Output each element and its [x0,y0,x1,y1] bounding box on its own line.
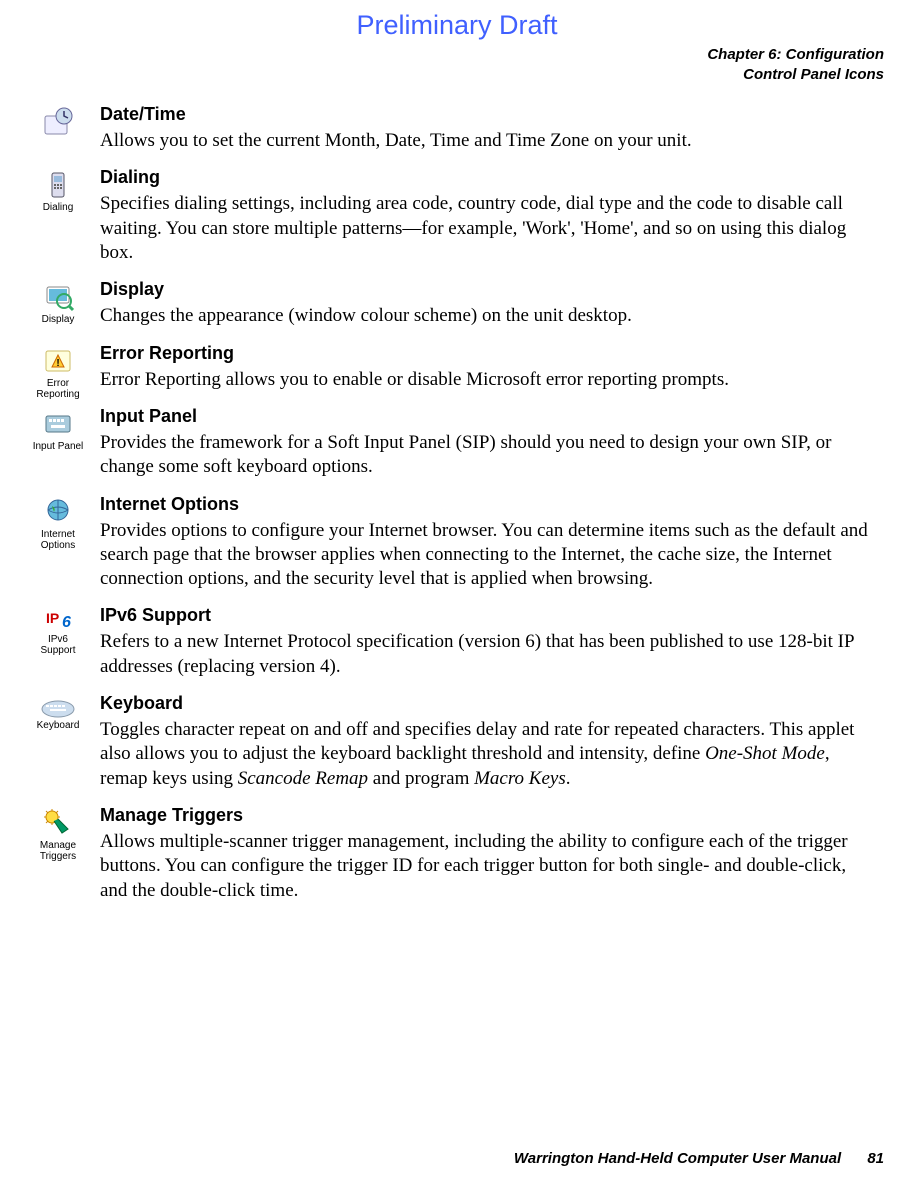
svg-text:!: ! [56,358,59,369]
internet-options-icon: Internet Options [30,496,86,551]
display-icon: Display [30,281,86,325]
footer-text: Warrington Hand-Held Computer User Manua… [514,1150,841,1167]
svg-text:6: 6 [62,614,71,631]
entry-title: Error Reporting [100,343,874,364]
entry-error-reporting: ! Error Reporting Error Reporting Error … [100,343,874,392]
icon-label: Error Reporting [36,378,79,400]
entry-display: Display Display Changes the appearance (… [100,279,874,328]
icon-label: Display [42,314,75,325]
entry-body: Allows multiple-scanner trigger manageme… [100,830,874,903]
entry-body: Provides options to configure your Inter… [100,519,874,592]
page-header: Chapter 6: Configuration Control Panel I… [30,45,884,84]
keyboard-icon: Keyboard [30,695,86,731]
entry-title: Internet Options [100,494,874,515]
ipv6-support-icon: IP6 IPv6 Support [30,607,86,656]
svg-text:IP: IP [46,610,59,626]
entry-body: Refers to a new Internet Protocol specif… [100,630,874,679]
entry-title: Keyboard [100,693,874,714]
entry-ipv6-support: IP6 IPv6 Support IPv6 Support Refers to … [100,605,874,679]
page-number: 81 [867,1150,884,1167]
icon-label: Input Panel [33,441,84,452]
section-line: Control Panel Icons [30,65,884,85]
footer: Warrington Hand-Held Computer User Manua… [514,1150,884,1167]
entry-body: Specifies dialing settings, including ar… [100,192,874,265]
entry-title: Dialing [100,167,874,188]
date-time-icon [30,106,86,139]
dialing-icon: Dialing [30,169,86,213]
chapter-line: Chapter 6: Configuration [30,45,884,65]
entry-title: IPv6 Support [100,605,874,626]
entry-body: Provides the framework for a Soft Input … [100,431,874,480]
entry-manage-triggers: Manage Triggers Manage Triggers Allows m… [100,805,874,903]
preliminary-draft-heading: Preliminary Draft [30,10,884,41]
entry-title: Manage Triggers [100,805,874,826]
content: Date/Time Allows you to set the current … [30,104,884,903]
icon-label: Keyboard [37,720,80,731]
entry-internet-options: Internet Options Internet Options Provid… [100,494,874,592]
entry-keyboard: Keyboard Keyboard Toggles character repe… [100,693,874,791]
error-reporting-icon: ! Error Reporting [30,345,86,400]
icon-label: IPv6 Support [40,634,75,656]
entry-body: Changes the appearance (window colour sc… [100,304,874,328]
entry-body: Toggles character repeat on and off and … [100,718,874,791]
entry-title: Input Panel [100,406,874,427]
entry-title: Display [100,279,874,300]
input-panel-icon: Input Panel [30,408,86,452]
entry-body: Allows you to set the current Month, Dat… [100,129,874,153]
icon-label: Manage Triggers [40,840,76,862]
manage-triggers-icon: Manage Triggers [30,807,86,862]
entry-input-panel: Input Panel Input Panel Provides the fra… [100,406,874,480]
entry-dialing: Dialing Dialing Specifies dialing settin… [100,167,874,265]
entry-body: Error Reporting allows you to enable or … [100,368,874,392]
icon-label: Dialing [43,202,74,213]
entry-date-time: Date/Time Allows you to set the current … [100,104,874,153]
entry-title: Date/Time [100,104,874,125]
icon-label: Internet Options [41,529,75,551]
